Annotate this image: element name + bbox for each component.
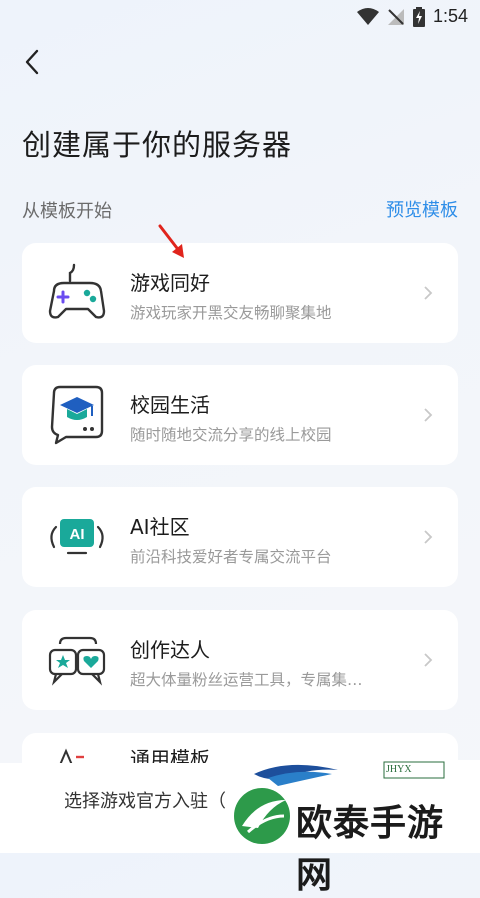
template-card-creators[interactable]: 创作达人 超大体量粉丝运营工具，专属集… — [22, 610, 458, 710]
card-description: 前沿科技爱好者专属交流平台 — [130, 548, 332, 566]
battery-charging-icon — [412, 6, 425, 27]
back-arrow-icon — [25, 49, 39, 75]
card-title: 校园生活 — [130, 393, 210, 417]
preview-templates-link[interactable]: 预览模板 — [386, 196, 458, 222]
watermark: JHYX 欧泰手游网 — [228, 760, 480, 896]
ai-icon: AI — [50, 519, 104, 555]
chevron-right-icon — [424, 653, 433, 667]
card-title: 游戏同好 — [130, 271, 210, 295]
status-time: 1:54 — [432, 6, 468, 26]
gamepad-icon — [48, 263, 106, 319]
official-join-link[interactable]: 选择游戏官方入驻（ — [64, 787, 226, 813]
card-description: 随时随地交流分享的线上校园 — [130, 426, 332, 444]
template-card-campus[interactable]: 校园生活 随时随地交流分享的线上校园 — [22, 365, 458, 465]
no-signal-icon — [387, 8, 404, 25]
chevron-right-icon — [424, 286, 433, 300]
page-title: 创建属于你的服务器 — [22, 128, 293, 162]
template-card-gaming[interactable]: 游戏同好 游戏玩家开黑交友畅聊聚集地 — [22, 243, 458, 343]
status-bar: 1:54 — [0, 0, 480, 34]
chat-bubbles-icon — [48, 636, 106, 686]
section-label: 从模板开始 — [22, 201, 112, 222]
card-title: AI社区 — [130, 515, 190, 539]
graduation-cap-icon — [50, 385, 104, 445]
chevron-right-icon — [424, 530, 433, 544]
card-description: 游戏玩家开黑交友畅聊聚集地 — [130, 304, 332, 322]
chevron-right-icon — [424, 408, 433, 422]
annotation-arrow-icon — [158, 224, 184, 258]
watermark-text: 欧泰手游网 — [296, 803, 445, 896]
card-description: 超大体量粉丝运营工具，专属集… — [130, 671, 363, 689]
watermark-brand: JHYX — [386, 764, 412, 775]
back-button[interactable] — [14, 44, 50, 80]
svg-text:AI: AI — [70, 526, 85, 543]
card-title: 创作达人 — [130, 638, 210, 662]
status-icons: 1:54 — [356, 6, 468, 27]
template-card-ai[interactable]: AI AI社区 前沿科技爱好者专属交流平台 — [22, 487, 458, 587]
wifi-icon — [356, 7, 379, 25]
